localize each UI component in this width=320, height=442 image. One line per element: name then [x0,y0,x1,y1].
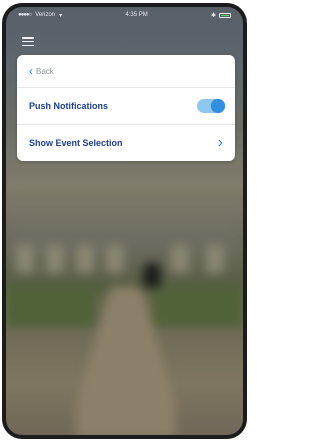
settings-panel: ‹ Back Push Notifications Show Event Sel… [17,55,235,161]
background-tower [46,245,64,273]
show-event-selection-row[interactable]: Show Event Selection › [17,124,235,160]
status-time: 4:35 PM [125,12,148,18]
app-screen: ●●●●○ Verizon ▾ 4:35 PM ✱ ‹ Back Push No… [6,7,243,435]
show-event-selection-label: Show Event Selection [29,137,123,148]
toggle-knob [211,99,225,113]
hamburger-menu-icon[interactable] [22,37,34,46]
carrier-label: Verizon [35,12,56,18]
back-button[interactable]: ‹ Back [17,55,235,88]
push-notifications-row: Push Notifications [17,88,235,124]
bluetooth-icon: ✱ [210,12,216,19]
push-notifications-toggle[interactable] [197,99,225,113]
status-right: ✱ [211,12,231,19]
background-tower [16,245,34,273]
battery-icon [218,12,231,18]
back-label: Back [36,66,54,76]
status-left: ●●●●○ Verizon ▾ [18,12,62,19]
background-gate [143,262,161,288]
background-tower [76,245,94,273]
chevron-right-icon: › [217,133,223,151]
background-lawn [153,287,243,327]
phone-frame: ●●●●○ Verizon ▾ 4:35 PM ✱ ‹ Back Push No… [2,3,247,439]
background-tower [206,245,224,273]
push-notifications-label: Push Notifications [29,101,109,111]
background-lawn [6,287,96,327]
background-tower [171,245,189,273]
status-bar: ●●●●○ Verizon ▾ 4:35 PM ✱ [6,7,243,23]
chevron-left-icon: ‹ [29,64,33,78]
wifi-icon: ▾ [59,12,63,19]
background-tower [106,245,124,273]
signal-icon: ●●●●○ [18,12,32,18]
